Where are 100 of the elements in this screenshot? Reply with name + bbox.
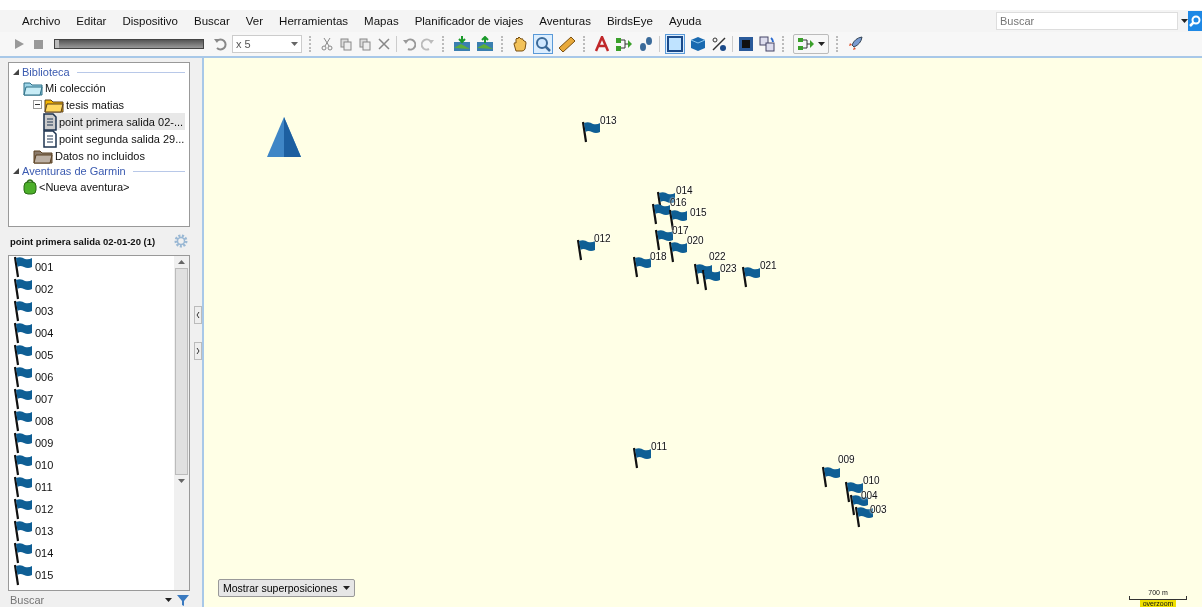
waypoint-label: 016 xyxy=(670,197,687,208)
list-item[interactable]: 004 xyxy=(13,322,174,345)
cube-icon[interactable] xyxy=(690,36,706,52)
document-icon xyxy=(43,112,57,131)
receive-icon[interactable] xyxy=(453,36,471,52)
menu-item[interactable]: Ver xyxy=(237,15,272,27)
flag-icon xyxy=(13,366,33,389)
waypoint-flag-icon xyxy=(654,229,674,251)
tree-item[interactable]: Datos no incluidos xyxy=(33,147,185,164)
route-icon[interactable] xyxy=(615,36,633,52)
speed-dropdown[interactable]: x 5 xyxy=(232,35,302,53)
zoom-tool-icon[interactable] xyxy=(533,34,553,54)
list-item[interactable]: 005 xyxy=(13,344,174,367)
search-field[interactable]: Buscar xyxy=(996,12,1178,30)
menu-item[interactable]: Aventuras xyxy=(531,15,599,27)
undo-icon[interactable] xyxy=(213,37,227,51)
tree-item[interactable]: <Nueva aventura> xyxy=(23,178,185,195)
playback-slider[interactable] xyxy=(54,39,204,49)
list-item[interactable]: 015 xyxy=(13,564,174,587)
percent-icon[interactable] xyxy=(711,36,727,52)
play-icon[interactable] xyxy=(12,37,26,51)
route-dropdown[interactable] xyxy=(793,34,829,54)
flag-icon xyxy=(13,476,33,499)
collapse-icon[interactable] xyxy=(33,100,42,109)
dropdown-caret-icon[interactable] xyxy=(165,598,172,602)
list-item[interactable]: 009 xyxy=(13,432,174,455)
waypoint-label: 010 xyxy=(863,475,880,486)
delete-icon[interactable] xyxy=(377,37,391,51)
flag-icon xyxy=(13,454,33,477)
stop-icon[interactable] xyxy=(31,37,45,51)
search-field[interactable]: Buscar xyxy=(8,593,161,607)
route-icon xyxy=(797,37,815,51)
scissors-icon[interactable] xyxy=(320,37,334,51)
menu-item[interactable]: BirdsEye xyxy=(598,15,661,27)
ruler-icon[interactable] xyxy=(558,36,576,52)
send-icon[interactable] xyxy=(476,36,494,52)
list-item[interactable]: 008 xyxy=(13,410,174,433)
flag-icon xyxy=(13,498,33,521)
collapse-icon[interactable] xyxy=(13,69,19,75)
tree-item[interactable]: point segunda salida 29... xyxy=(43,130,185,147)
scroll-up-icon[interactable] xyxy=(178,260,185,265)
caret-icon xyxy=(291,42,298,46)
flag-icon xyxy=(13,278,33,301)
tree-item[interactable]: point primera salida 02-... xyxy=(43,113,185,130)
collapse-handle[interactable] xyxy=(193,305,202,324)
section-heading: Aventuras de Garmin xyxy=(22,165,126,177)
waypoint-flag-icon xyxy=(581,121,601,143)
north-arrow-icon xyxy=(266,116,302,158)
waypoint-flag-icon xyxy=(741,266,761,288)
list-item[interactable]: 011 xyxy=(13,476,174,499)
menu-item[interactable]: Herramientas xyxy=(271,15,357,27)
paste-icon[interactable] xyxy=(358,37,372,51)
folder-icon xyxy=(23,79,43,96)
list-item[interactable]: 003 xyxy=(13,300,174,323)
list-item[interactable]: 002 xyxy=(13,278,174,301)
menu-item[interactable]: Dispositivo xyxy=(114,15,186,27)
waypoint-label: 003 xyxy=(870,504,887,515)
waypoint-label: 023 xyxy=(720,263,737,274)
map-view-icon[interactable] xyxy=(665,34,685,54)
menu-item[interactable]: Editar xyxy=(68,15,115,27)
search-icon[interactable] xyxy=(1188,11,1202,31)
menu-item[interactable]: Archivo xyxy=(14,15,69,27)
collapse-icon[interactable] xyxy=(13,168,19,174)
menu-item[interactable]: Ayuda xyxy=(660,15,710,27)
document-icon xyxy=(43,129,57,148)
scroll-down-icon[interactable] xyxy=(178,479,185,484)
list-item[interactable]: 001 xyxy=(13,256,174,279)
list-item[interactable]: 010 xyxy=(13,454,174,477)
tree-item[interactable]: Mi colección xyxy=(23,79,185,96)
waypoint-flag-icon xyxy=(651,203,671,225)
waypoint-label: 015 xyxy=(690,207,707,218)
waypoint-label: 011 xyxy=(651,441,667,452)
list-item[interactable]: 014 xyxy=(13,542,174,565)
copy-icon[interactable] xyxy=(339,37,353,51)
flag-icon xyxy=(13,410,33,433)
tree-item[interactable]: tesis matias xyxy=(33,96,185,113)
menu-item[interactable]: Planificador de viajes xyxy=(406,15,532,27)
undo-icon[interactable] xyxy=(402,37,416,51)
list-item[interactable]: 013 xyxy=(13,520,174,543)
dropdown-caret-icon[interactable] xyxy=(1181,19,1188,23)
filter-icon[interactable] xyxy=(176,593,190,607)
caret-icon xyxy=(818,42,825,46)
list-item[interactable]: 012 xyxy=(13,498,174,521)
sync-icon[interactable] xyxy=(759,36,775,52)
menu-item[interactable]: Buscar xyxy=(186,15,238,27)
waypoint-label: 017 xyxy=(672,225,689,236)
scrollbar[interactable] xyxy=(174,256,189,590)
list-item[interactable]: 006 xyxy=(13,366,174,389)
section-heading: Biblioteca xyxy=(22,66,70,78)
overlay-dropdown[interactable]: Mostrar superposiciones xyxy=(218,579,356,597)
waypoint-flag-icon xyxy=(668,241,688,263)
backpack-icon xyxy=(23,178,37,195)
flag-icon xyxy=(13,300,33,323)
flag-icon xyxy=(13,520,33,543)
expand-handle[interactable] xyxy=(193,341,202,360)
waypoint-flag-icon xyxy=(632,256,652,278)
fit-view-icon[interactable] xyxy=(738,36,754,52)
menu-item[interactable]: Mapas xyxy=(356,15,407,27)
text-tool-icon[interactable] xyxy=(594,36,610,52)
list-item[interactable]: 007 xyxy=(13,388,174,411)
